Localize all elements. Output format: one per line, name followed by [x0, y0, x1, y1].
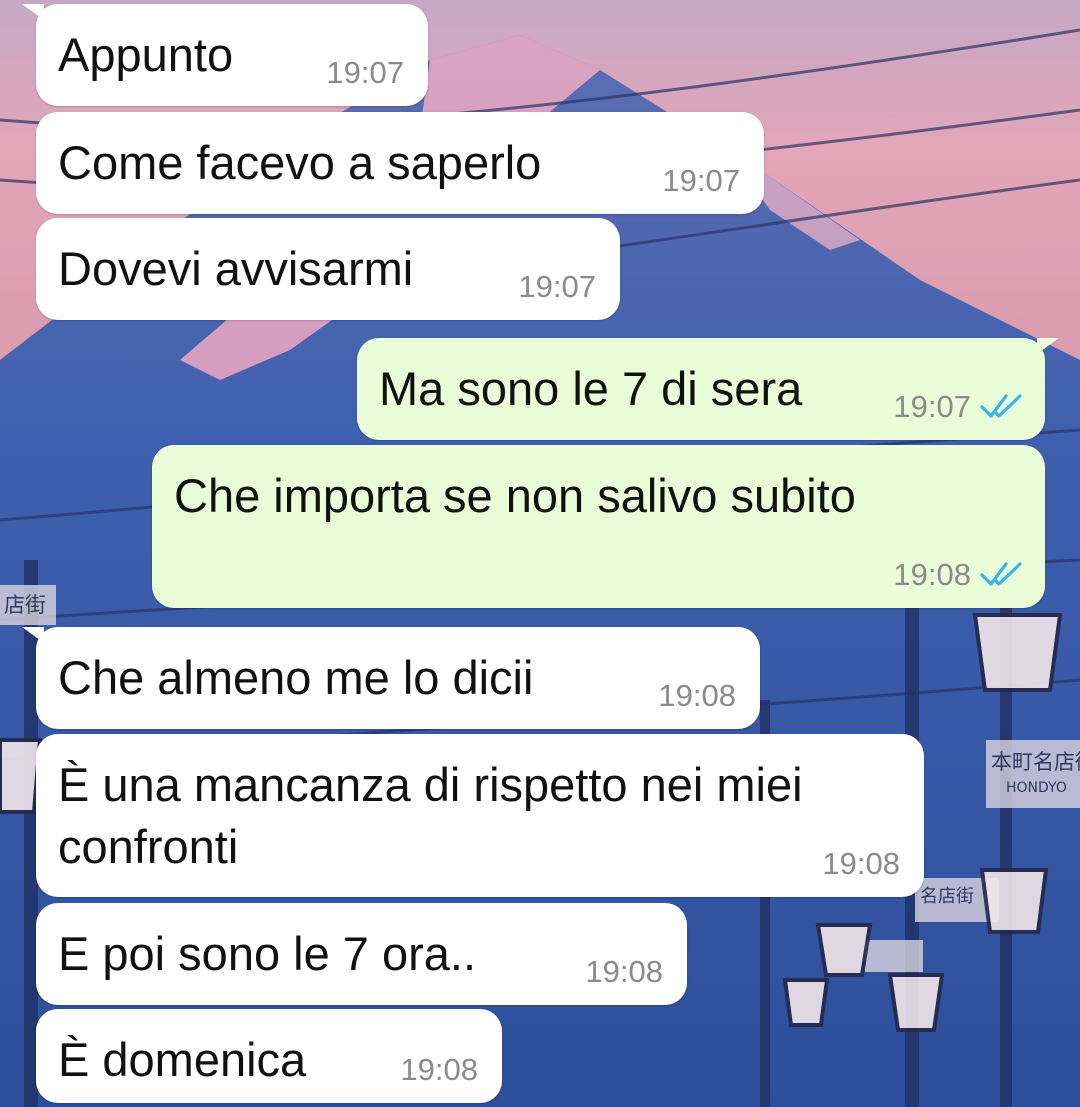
double-check-icon [979, 560, 1023, 588]
message-bubble-incoming[interactable]: E poi sono le 7 ora.. 19:08 [36, 903, 687, 1005]
message-timestamp: 19:08 [658, 678, 736, 713]
message-timestamp: 19:08 [822, 846, 900, 881]
message-bubble-outgoing[interactable]: Ma sono le 7 di sera 19:07 [357, 338, 1059, 440]
message-text: Appunto [58, 28, 234, 81]
message-text: Dovevi avvisarmi [58, 242, 414, 295]
message-bubble-incoming[interactable]: Che almeno me lo dicii 19:08 [22, 627, 760, 729]
message-timestamp: 19:08 [400, 1052, 478, 1087]
message-text: Come facevo a saperlo [58, 136, 542, 189]
message-timestamp: 19:07 [518, 269, 596, 304]
message-meta: 19:07 [893, 390, 1023, 424]
message-timestamp: 19:07 [662, 163, 740, 198]
message-text: Ma sono le 7 di sera [379, 362, 803, 415]
message-bubble-incoming[interactable]: Come facevo a saperlo 19:07 [36, 112, 764, 214]
message-bubble-incoming[interactable]: È una mancanza di rispetto nei miei conf… [36, 734, 924, 897]
double-check-icon [979, 392, 1023, 420]
message-timestamp: 19:08 [585, 954, 663, 989]
chat-message-list[interactable]: Appunto 19:07 Come facevo a saperlo 19:0… [0, 0, 1080, 1107]
message-bubble-incoming[interactable]: Appunto 19:07 [22, 4, 428, 106]
message-text: Che almeno me lo dicii [58, 651, 534, 704]
message-meta: 19:08 [893, 558, 1023, 592]
message-text: E poi sono le 7 ora.. [58, 927, 477, 980]
message-text: È una mancanza di rispetto nei miei conf… [58, 758, 803, 873]
message-bubble-outgoing[interactable]: Che importa se non salivo subito 19:08 [152, 445, 1045, 608]
message-text: Che importa se non salivo subito [174, 469, 856, 522]
message-timestamp: 19:07 [893, 389, 971, 424]
message-timestamp: 19:08 [893, 557, 971, 592]
message-bubble-incoming[interactable]: Dovevi avvisarmi 19:07 [36, 218, 620, 320]
message-text: È domenica [58, 1033, 307, 1086]
message-bubble-incoming[interactable]: È domenica 19:08 [36, 1009, 502, 1103]
message-timestamp: 19:07 [326, 55, 404, 90]
